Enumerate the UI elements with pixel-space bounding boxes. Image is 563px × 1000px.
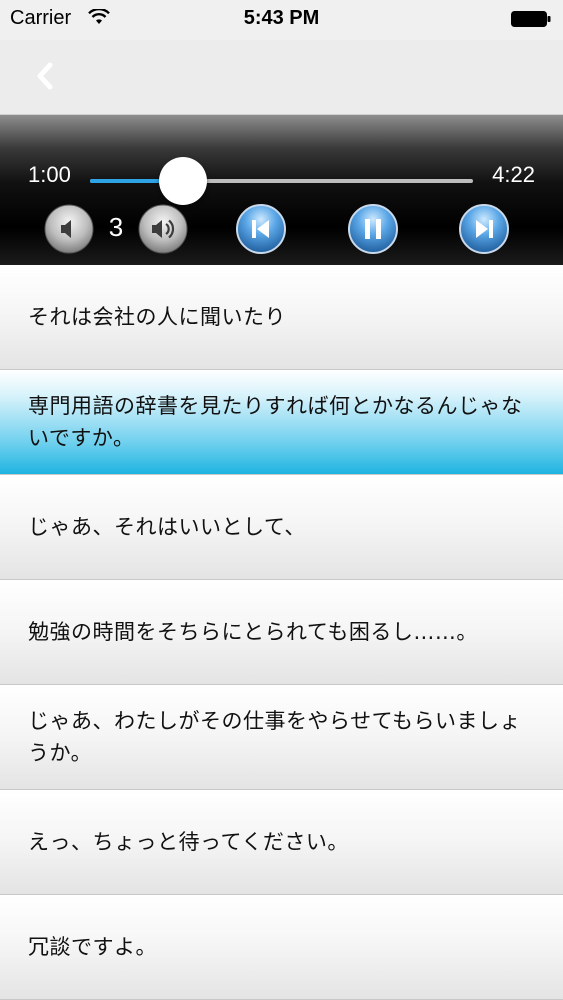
transcript-row[interactable]: えっ、ちょっと待ってください。 [0, 790, 563, 895]
transcript-row[interactable]: それは会社の人に聞いたり [0, 265, 563, 370]
transcript-line: それは会社の人に聞いたり [28, 305, 286, 329]
pause-icon [348, 204, 398, 254]
volume-down-button[interactable] [44, 204, 94, 254]
progress-slider[interactable] [90, 157, 473, 205]
volume-down-icon [44, 204, 94, 254]
transcript-line: 勉強の時間をそちらにとられても困るし……。 [28, 620, 478, 644]
transcript-row[interactable]: じゃあ、わたしがその仕事をやらせてもらいましょうか。 [0, 685, 563, 790]
volume-up-icon [138, 204, 188, 254]
total-time: 4:22 [492, 162, 535, 187]
transcript-row[interactable]: 勉強の時間をそちらにとられても困るし……。 [0, 580, 563, 685]
navigation-bar [0, 40, 563, 115]
chevron-left-icon [37, 62, 53, 90]
transcript-row[interactable]: じゃあ、それはいいとして、 [0, 475, 563, 580]
transcript-row[interactable]: 専門用語の辞書を見たりすれば何とかなるんじゃないですか。 [0, 370, 563, 475]
transcript-line: 冗談ですよ。 [28, 935, 157, 959]
current-time: 1:00 [28, 162, 71, 187]
transcript-list: それは会社の人に聞いたり 専門用語の辞書を見たりすれば何とかなるんじゃないですか… [0, 265, 563, 1000]
status-bar: Carrier 5:43 PM [0, 0, 563, 40]
volume-level: 3 [108, 212, 124, 242]
transcript-line: じゃあ、わたしがその仕事をやらせてもらいましょうか。 [28, 709, 522, 765]
previous-button[interactable] [236, 204, 286, 254]
back-button[interactable] [28, 58, 64, 94]
skip-next-icon [459, 204, 509, 254]
battery-icon [511, 11, 551, 27]
status-time: 5:43 PM [243, 7, 320, 29]
pause-button[interactable] [348, 204, 398, 254]
next-button[interactable] [459, 204, 509, 254]
audio-player: 1:00 4:22 3 [0, 115, 563, 265]
skip-previous-icon [236, 204, 286, 254]
transcript-row[interactable]: 冗談ですよ。 [0, 895, 563, 1000]
transcript-line: 専門用語の辞書を見たりすれば何とかなるんじゃないですか。 [28, 394, 523, 450]
progress-thumb[interactable] [159, 157, 208, 205]
transcript-line: じゃあ、それはいいとして、 [28, 515, 306, 539]
transcript-line: えっ、ちょっと待ってください。 [28, 830, 349, 854]
volume-up-button[interactable] [138, 204, 188, 254]
